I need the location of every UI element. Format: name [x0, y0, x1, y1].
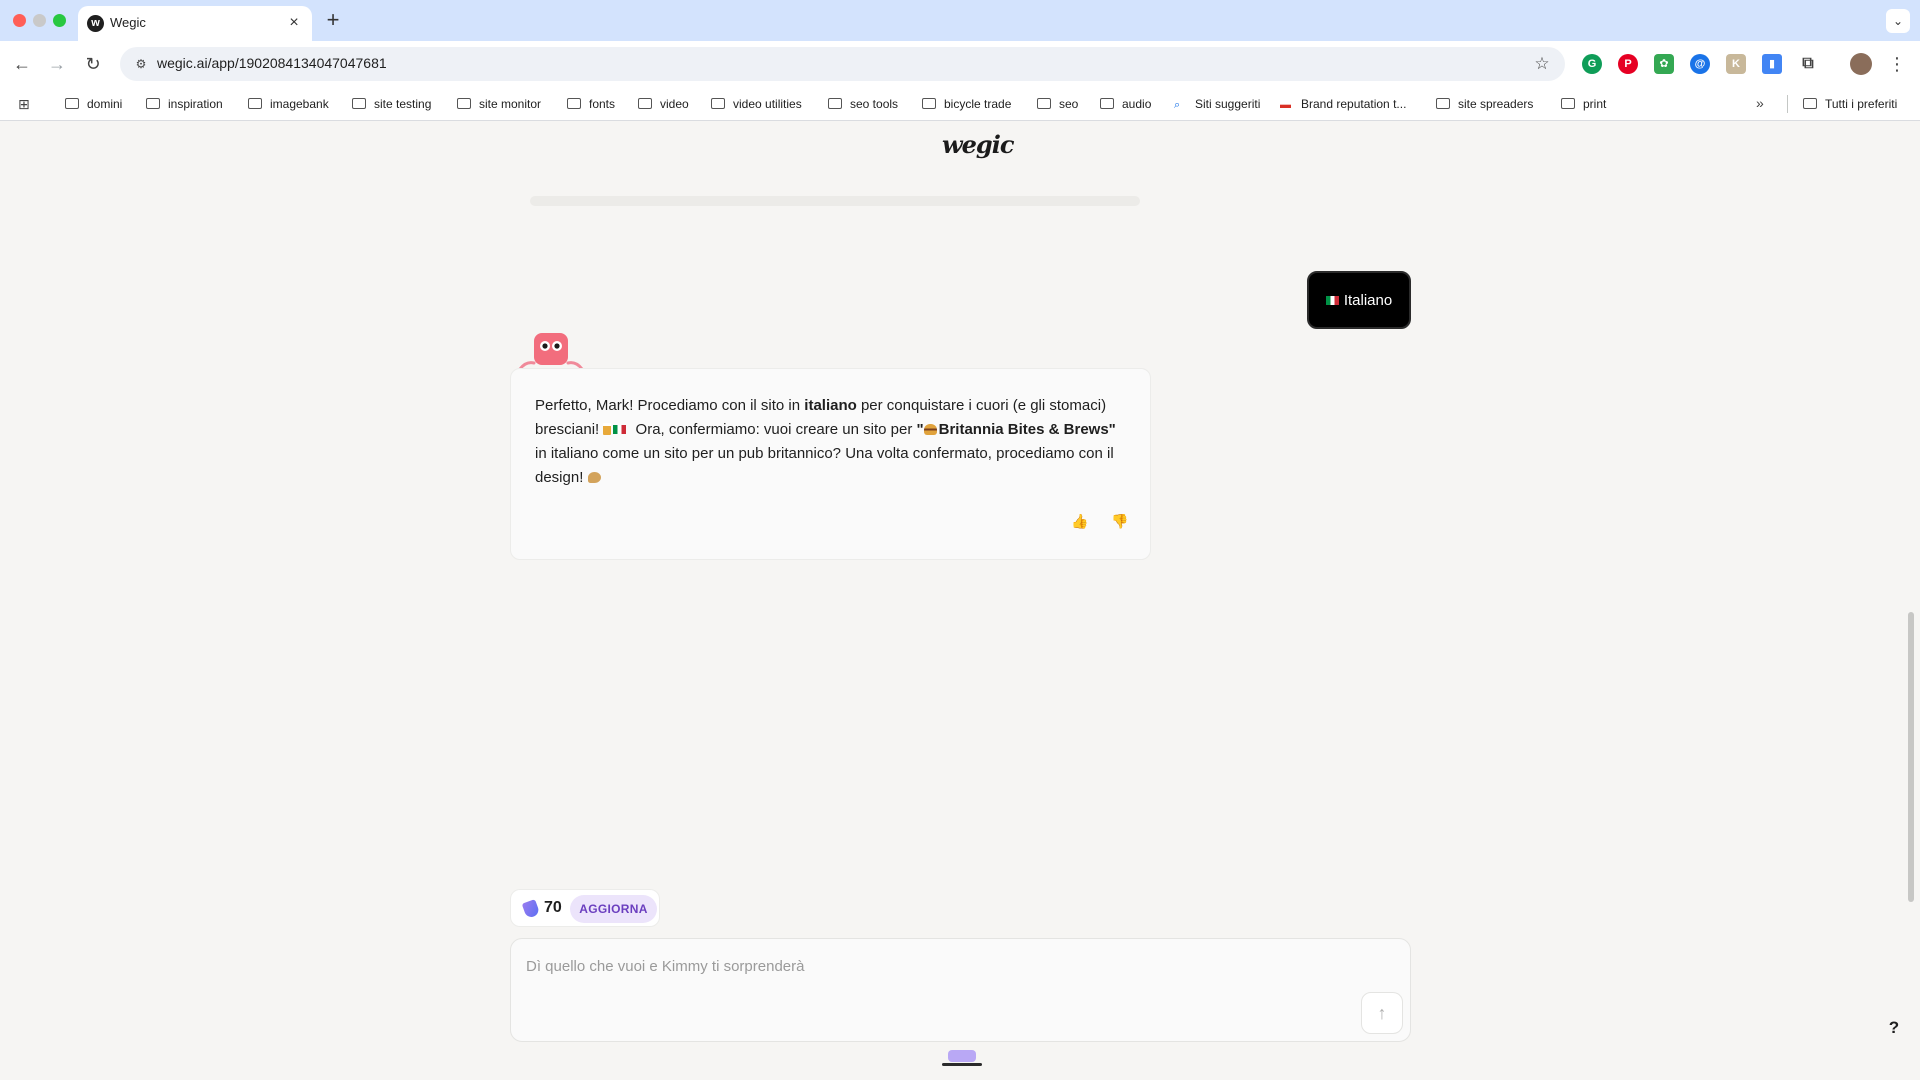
folder-icon — [146, 98, 160, 109]
folder-icon — [1561, 98, 1575, 109]
bookmark-folder[interactable]: audio — [1100, 95, 1151, 113]
profile-avatar[interactable] — [1850, 53, 1872, 75]
reload-button[interactable]: ↻ — [80, 51, 106, 77]
url-text[interactable]: wegic.ai/app/1902084134047047681 — [157, 55, 387, 71]
assistant-message-card: Perfetto, Mark! Procediamo con il sito i… — [510, 368, 1151, 560]
bookmark-folder[interactable]: inspiration — [146, 95, 223, 113]
at-extension-icon[interactable]: @ — [1690, 54, 1710, 74]
tab-title: Wegic — [110, 15, 146, 30]
bookmark-folder[interactable]: seo — [1037, 95, 1078, 113]
assistant-message-text: Perfetto, Mark! Procediamo con il sito i… — [535, 397, 1116, 486]
bookmarks-bar: ⊞ domini inspiration imagebank site test… — [0, 87, 1920, 121]
upgrade-button[interactable]: AGGIORNA — [570, 895, 657, 923]
pinterest-extension-icon[interactable]: P — [1618, 54, 1638, 74]
maximize-window-button[interactable] — [53, 14, 66, 27]
minimize-window-button[interactable] — [33, 14, 46, 27]
user-message-bubble: Italiano — [1307, 271, 1411, 329]
italy-flag-icon — [613, 425, 627, 434]
search-icon: ⌕ — [1174, 99, 1181, 111]
tab-search-chevron-icon[interactable]: ⌄ — [1886, 9, 1910, 33]
folder-icon — [922, 98, 936, 109]
frog-extension-icon[interactable]: ✿ — [1654, 54, 1674, 74]
bookmark-folder[interactable]: site spreaders — [1436, 95, 1533, 113]
wegic-favicon-icon: w — [87, 15, 104, 32]
folder-icon — [1100, 98, 1114, 109]
close-window-button[interactable] — [13, 14, 26, 27]
send-arrow-icon[interactable]: ↑ — [1361, 992, 1403, 1034]
credit-gem-icon — [521, 899, 541, 919]
brand-icon: ▬ — [1280, 99, 1291, 111]
document-extension-icon[interactable]: ▮ — [1762, 54, 1782, 74]
user-message-text: Italiano — [1343, 291, 1393, 309]
palette-emoji-icon — [587, 472, 601, 483]
browser-menu-icon[interactable]: ⋮ — [1885, 51, 1909, 77]
credit-count: 70 — [544, 899, 562, 916]
folder-icon — [711, 98, 725, 109]
faded-previous-message — [530, 196, 1140, 206]
burger-emoji-icon — [923, 424, 937, 435]
kimmy-peek-icon — [942, 1050, 982, 1066]
folder-icon — [1803, 98, 1817, 109]
chat-input[interactable] — [526, 953, 1326, 979]
thumbs-up-icon[interactable]: 👍 — [1069, 510, 1091, 532]
close-tab-icon[interactable]: × — [284, 13, 304, 33]
folder-icon — [248, 98, 262, 109]
browser-toolbar: ← → ↻ ⚙ wegic.ai/app/1902084134047047681… — [0, 41, 1920, 87]
scrollbar-thumb[interactable] — [1908, 612, 1914, 902]
k-extension-icon[interactable]: K — [1726, 54, 1746, 74]
address-bar[interactable]: ⚙ wegic.ai/app/1902084134047047681 ☆ — [120, 47, 1565, 81]
forward-button[interactable]: → — [44, 51, 70, 77]
extensions-puzzle-icon[interactable]: ⧉ — [1798, 54, 1818, 74]
credits-panel: 70 AGGIORNA — [510, 889, 660, 927]
bookmark-folder[interactable]: seo tools — [828, 95, 898, 113]
folder-icon — [457, 98, 471, 109]
site-settings-icon[interactable]: ⚙ — [132, 55, 150, 73]
bookmarks-divider — [1787, 95, 1788, 113]
apps-grid-icon[interactable]: ⊞ — [18, 96, 34, 112]
bookmark-folder[interactable]: video utilities — [711, 95, 802, 113]
bookmark-folder[interactable]: site testing — [352, 95, 431, 113]
grammarly-extension-icon[interactable]: G — [1582, 54, 1602, 74]
folder-icon — [1436, 98, 1450, 109]
help-button[interactable]: ? — [1881, 1015, 1907, 1041]
thumbs-down-icon[interactable]: 👎 — [1109, 510, 1131, 532]
bookmark-link[interactable]: ⌕ Siti suggeriti — [1174, 95, 1260, 113]
bookmark-folder[interactable]: site monitor — [457, 95, 541, 113]
bookmark-folder[interactable]: bicycle trade — [922, 95, 1011, 113]
all-bookmarks-folder[interactable]: Tutti i preferiti — [1803, 95, 1897, 113]
more-bookmarks-icon[interactable]: » — [1756, 95, 1764, 111]
bookmark-folder[interactable]: domini — [65, 95, 122, 113]
folder-icon — [352, 98, 366, 109]
wegic-logo[interactable]: wegic — [942, 130, 1014, 159]
new-tab-button[interactable]: + — [320, 8, 346, 34]
tab-wegic[interactable]: w Wegic × — [78, 6, 312, 41]
folder-icon — [567, 98, 581, 109]
folder-icon — [65, 98, 79, 109]
folder-icon — [638, 98, 652, 109]
bookmark-folder[interactable]: fonts — [567, 95, 615, 113]
tab-strip: w Wegic × + ⌄ — [0, 0, 1920, 41]
bookmark-star-icon[interactable]: ☆ — [1531, 53, 1553, 75]
italy-flag-icon — [1325, 295, 1339, 305]
bookmark-folder[interactable]: print — [1561, 95, 1606, 113]
beer-emoji-icon — [603, 423, 612, 435]
scrollbar-track[interactable] — [1907, 122, 1915, 1080]
bookmark-folder[interactable]: video — [638, 95, 689, 113]
folder-icon — [1037, 98, 1051, 109]
folder-icon — [828, 98, 842, 109]
back-button[interactable]: ← — [9, 51, 35, 77]
bookmark-link[interactable]: ▬ Brand reputation t... — [1280, 95, 1406, 113]
bookmark-folder[interactable]: imagebank — [248, 95, 329, 113]
chat-composer: ↑ — [510, 938, 1411, 1042]
